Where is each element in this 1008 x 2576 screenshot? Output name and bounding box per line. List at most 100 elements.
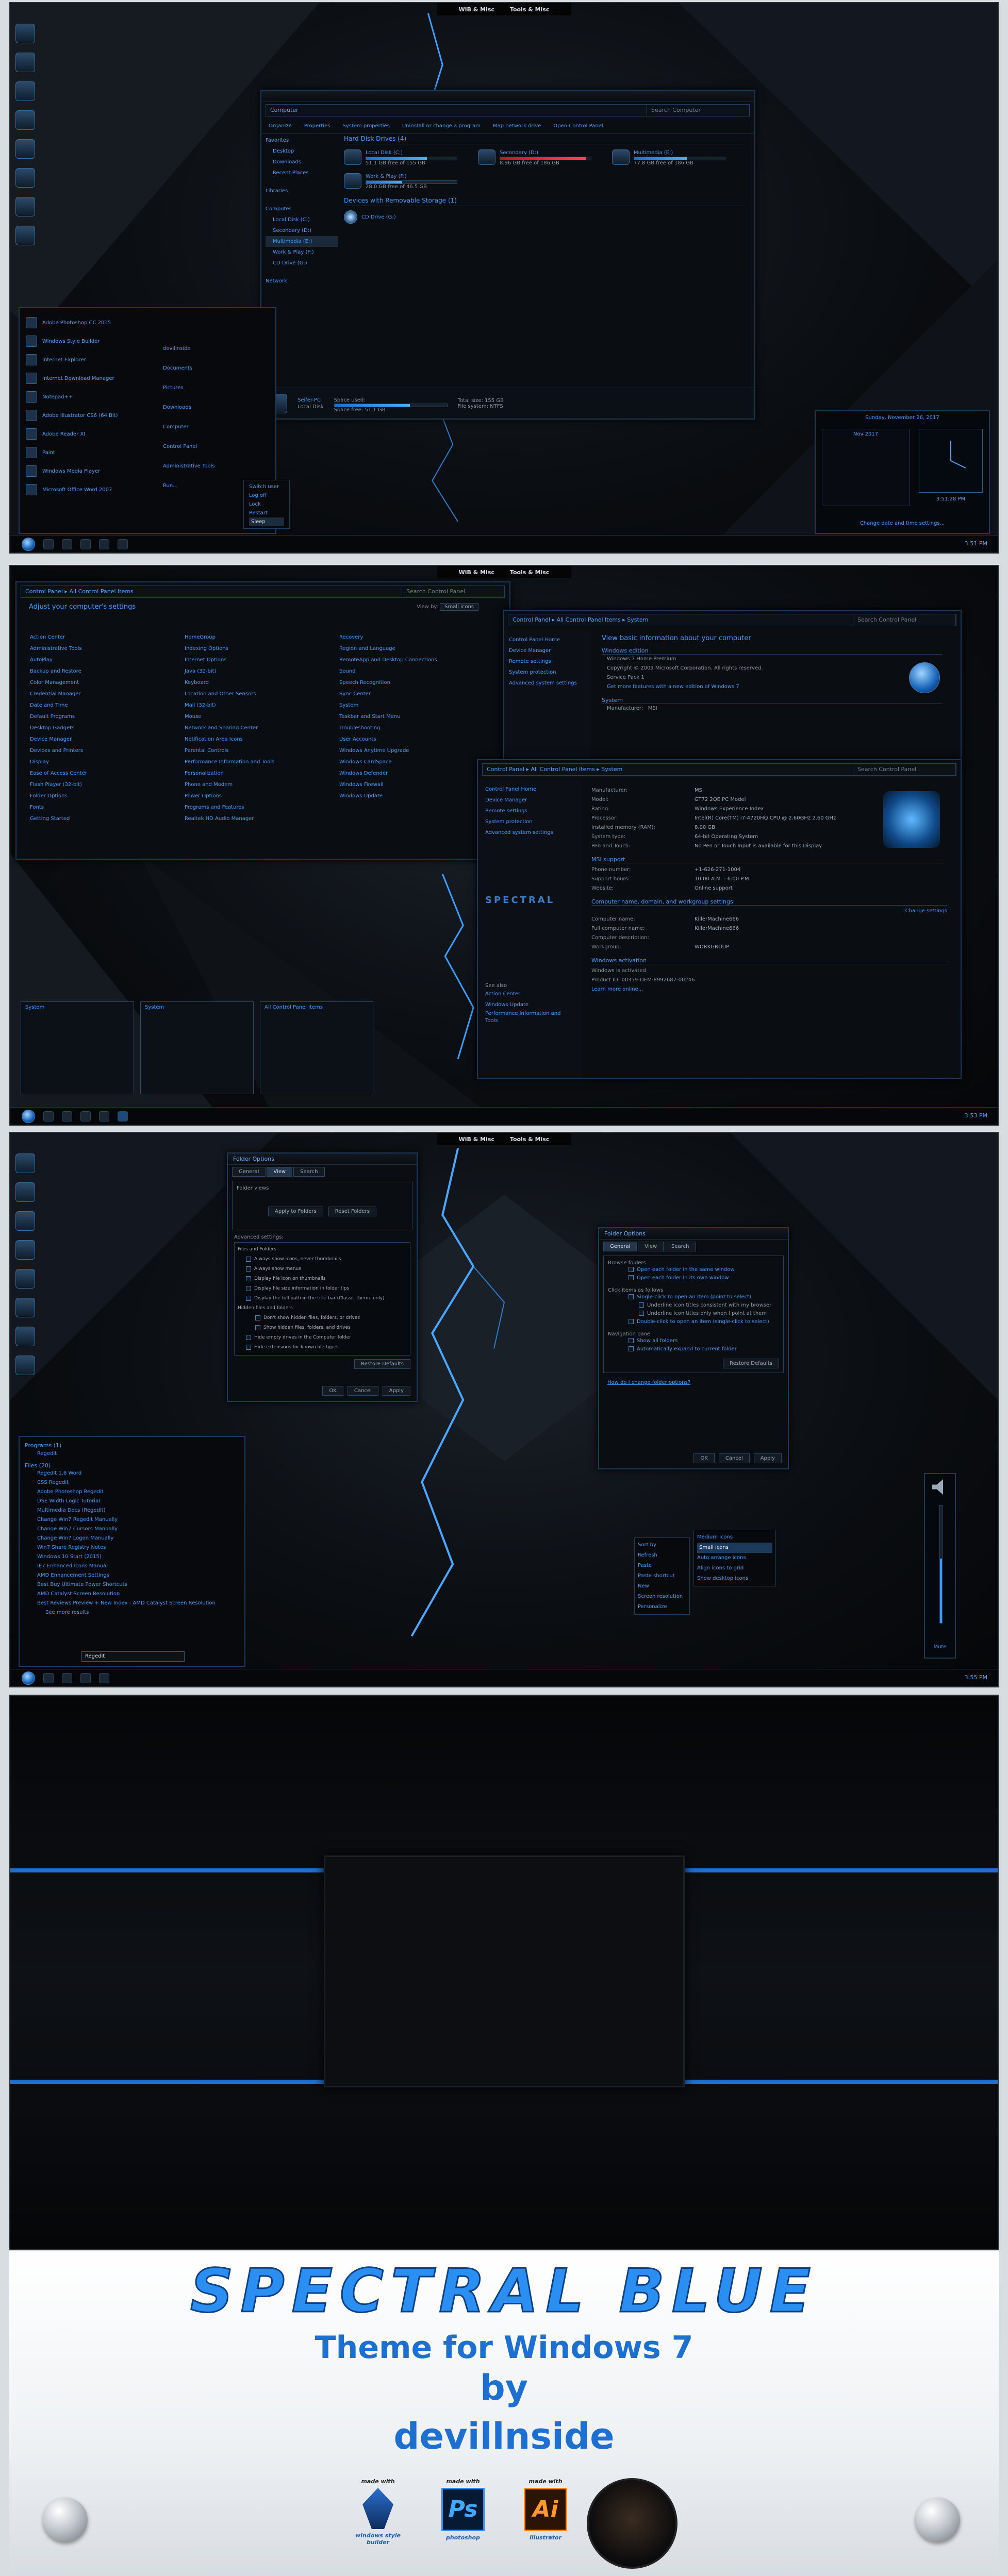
- cp-item[interactable]: Windows CardSpace: [339, 757, 494, 768]
- nav-favorites[interactable]: Favorites: [266, 135, 338, 146]
- cp-item[interactable]: Mail (32-bit): [185, 700, 339, 711]
- topbar-left[interactable]: WiB & Misc: [459, 1136, 494, 1143]
- address-bar[interactable]: Computer Search Computer: [266, 104, 750, 116]
- cp-item[interactable]: Recovery: [339, 632, 494, 643]
- tab-view[interactable]: View: [638, 1242, 664, 1251]
- taskbar-icon[interactable]: [80, 1111, 91, 1122]
- desktop-icon[interactable]: [15, 53, 35, 72]
- file-result[interactable]: IE7 Enhanced Icons Manual: [25, 1562, 239, 1571]
- cmd-control-panel[interactable]: Open Control Panel: [553, 121, 603, 131]
- program-result[interactable]: Regedit: [25, 1449, 239, 1459]
- file-result[interactable]: Change Win7 Cursors Manually: [25, 1525, 239, 1534]
- cp-item[interactable]: User Accounts: [339, 734, 494, 745]
- desktop-icon[interactable]: [15, 168, 35, 188]
- start-program[interactable]: Windows Media Player: [20, 462, 148, 480]
- taskbar-icon[interactable]: [99, 539, 109, 549]
- nav-desktop[interactable]: Desktop: [266, 146, 338, 157]
- start-program[interactable]: Windows Style Builder: [20, 332, 148, 350]
- taskbar-icon[interactable]: [80, 1672, 91, 1683]
- topbar-left[interactable]: WiB & Misc: [459, 569, 494, 576]
- advanced-setting[interactable]: Hide empty drives in the Computer folder: [237, 1333, 408, 1343]
- ctx-item[interactable]: Personalize: [638, 1602, 686, 1612]
- tab-search[interactable]: Search: [665, 1242, 696, 1251]
- sys2-search-input[interactable]: Search Control Panel: [853, 763, 956, 776]
- fo2-ok-button[interactable]: OK: [693, 1453, 715, 1463]
- fo2-restore-button[interactable]: Restore Defaults: [723, 1359, 779, 1368]
- taskbar-icon[interactable]: [62, 539, 72, 549]
- start-program[interactable]: Microsoft Office Word 2007: [20, 480, 148, 499]
- cp-item[interactable]: HomeGroup: [185, 632, 339, 643]
- fo2-option[interactable]: Double-click to open an item (single-cli…: [608, 1318, 779, 1326]
- cp-item[interactable]: Sync Center: [339, 689, 494, 700]
- cp-item[interactable]: Backup and Restore: [30, 666, 185, 677]
- nav-drive-e[interactable]: Multimedia (E:): [266, 236, 338, 247]
- fo2-option[interactable]: Show all folders: [608, 1337, 779, 1345]
- file-result[interactable]: AMD Enhancement Settings: [25, 1571, 239, 1580]
- cmd-uninstall[interactable]: Uninstall or change a program: [402, 121, 481, 131]
- sys2-side-link[interactable]: Control Panel Home: [485, 784, 574, 795]
- desktop-icon[interactable]: [15, 1327, 35, 1346]
- thumbnail[interactable]: All Control Panel Items: [260, 1001, 373, 1094]
- calendar-grid[interactable]: Nov 2017: [822, 429, 910, 506]
- taskbar-icon[interactable]: [62, 1111, 72, 1122]
- cp-item[interactable]: Troubleshooting: [339, 723, 494, 734]
- cp-item[interactable]: Device Manager: [30, 734, 185, 745]
- start-program[interactable]: Adobe Illustrator CS6 (64 Bit): [20, 406, 148, 425]
- cp-item[interactable]: Region and Language: [339, 643, 494, 655]
- desktop-icon[interactable]: [15, 1240, 35, 1260]
- cp-item[interactable]: Location and Other Sensors: [185, 689, 339, 700]
- cp-item[interactable]: Administrative Tools: [30, 643, 185, 655]
- advanced-setting[interactable]: Files and Folders: [237, 1245, 408, 1254]
- file-result[interactable]: Best Buy Ultimate Power Shortcuts: [25, 1580, 239, 1590]
- desktop-icon[interactable]: [15, 1356, 35, 1375]
- taskbar-icon[interactable]: [43, 1672, 54, 1683]
- volume-track[interactable]: [939, 1505, 943, 1624]
- nav-drive-d[interactable]: Secondary (D:): [266, 225, 338, 236]
- see-also-link[interactable]: Performance Information and Tools: [485, 1010, 574, 1025]
- topbar-right[interactable]: Tools & Misc: [510, 569, 550, 576]
- cp-address-bar[interactable]: Control Panel ▸ All Control Panel Items …: [21, 586, 505, 598]
- sys2-side-link[interactable]: Device Manager: [485, 795, 574, 806]
- start-program[interactable]: Paint: [20, 443, 148, 462]
- cp-item[interactable]: Color Management: [30, 677, 185, 689]
- cp-item[interactable]: Devices and Printers: [30, 745, 185, 757]
- taskbar-icon[interactable]: [118, 539, 128, 549]
- file-result[interactable]: Best Reviews Preview + New Index - AMD C…: [25, 1599, 239, 1608]
- advanced-setting[interactable]: Show hidden files, folders, and drives: [237, 1323, 408, 1333]
- start-right-item[interactable]: Control Panel: [155, 437, 253, 457]
- file-result[interactable]: Adobe Photoshop Regedit: [25, 1487, 239, 1497]
- start-program[interactable]: Internet Explorer: [20, 350, 148, 369]
- sys2-side-link[interactable]: Remote settings: [485, 806, 574, 816]
- change-date-link[interactable]: Change date and time settings...: [816, 518, 989, 529]
- tab-view[interactable]: View: [267, 1167, 293, 1177]
- ctx-item[interactable]: Refresh: [638, 1550, 686, 1561]
- calendar-date[interactable]: Sunday, November 26, 2017: [816, 411, 989, 425]
- file-result[interactable]: Change Win7 Regedit Manually: [25, 1515, 239, 1525]
- cp-item[interactable]: Fonts: [30, 802, 185, 813]
- advanced-setting[interactable]: Always show icons, never thumbnails: [237, 1254, 408, 1264]
- start-program[interactable]: Adobe Reader XI: [20, 425, 148, 443]
- search-input[interactable]: Search Computer: [647, 104, 750, 116]
- tab-general[interactable]: General: [603, 1242, 637, 1251]
- cp-item[interactable]: System: [339, 700, 494, 711]
- ctx-item[interactable]: Sort by: [638, 1540, 686, 1550]
- power-lock[interactable]: Lock: [249, 500, 284, 509]
- desktop-icon[interactable]: [15, 1298, 35, 1317]
- fo1-ok-button[interactable]: OK: [322, 1386, 343, 1396]
- tab-general[interactable]: General: [232, 1167, 266, 1177]
- drive-tile[interactable]: Work & Play (F:) 28.0 GB free of 46.5 GB: [344, 173, 457, 190]
- cp-item[interactable]: Keyboard: [185, 677, 339, 689]
- cp-item[interactable]: Java (32-bit): [185, 666, 339, 677]
- advanced-setting[interactable]: Always show menus: [237, 1264, 408, 1274]
- start-right-item[interactable]: Downloads: [155, 398, 253, 417]
- start-orb[interactable]: [22, 537, 35, 551]
- cp-item[interactable]: Flash Player (32-bit): [30, 779, 185, 791]
- cp-item[interactable]: Ease of Access Center: [30, 768, 185, 779]
- start-orb[interactable]: [22, 1671, 35, 1685]
- power-switch-user[interactable]: Switch user: [249, 482, 284, 491]
- view-by-select[interactable]: Small icons: [440, 603, 478, 611]
- file-result[interactable]: AMD Catalyst Screen Resolution: [25, 1590, 239, 1599]
- cp-item[interactable]: Folder Options: [30, 791, 185, 802]
- taskbar-icon[interactable]: [99, 1672, 109, 1683]
- change-settings-link[interactable]: Change settings: [591, 908, 947, 915]
